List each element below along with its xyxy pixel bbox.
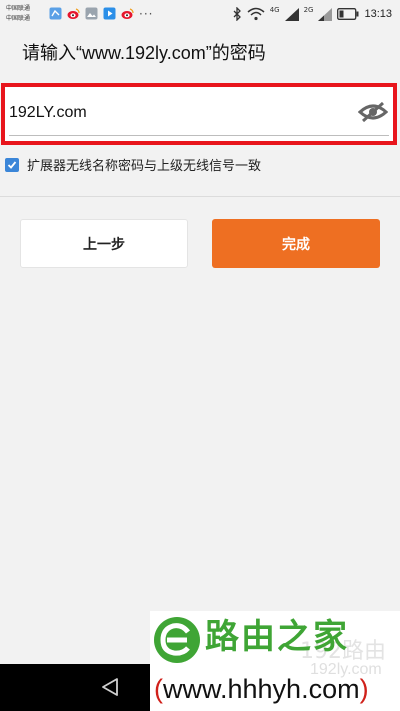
watermark-title: 路由之家 (205, 617, 349, 657)
password-highlight-box (1, 83, 397, 145)
signal-icon (284, 7, 299, 21)
url-text: www.hhhyh.com (163, 674, 360, 704)
carrier-name: 中国联通 (6, 15, 31, 22)
url-paren-close: ) (359, 674, 369, 704)
url-paren-open: ( (154, 674, 163, 704)
stitch-icon (49, 7, 62, 20)
section-divider (0, 196, 400, 197)
password-input[interactable] (9, 92, 359, 134)
notification-icons: ··· (49, 7, 153, 20)
weibo-icon (67, 8, 80, 19)
toggle-password-visibility-button[interactable] (358, 97, 388, 127)
weibo-icon (121, 8, 134, 19)
carrier-name: 中国联通 (6, 5, 31, 12)
back-icon[interactable] (100, 677, 120, 697)
network-2g-label: 2G (303, 6, 314, 14)
battery-icon (337, 8, 359, 20)
sync-wireless-checkbox[interactable] (5, 157, 19, 172)
checkmark-icon (7, 160, 17, 169)
watermark-url: (www.hhhyh.com) (154, 671, 369, 707)
sync-wireless-label: 扩展器无线名称密码与上级无线信号一致 (27, 159, 262, 174)
more-notifications-icon: ··· (139, 6, 154, 21)
input-underline (9, 135, 389, 136)
eye-hidden-icon (358, 101, 388, 123)
wifi-icon (247, 7, 265, 21)
status-indicators: 4G 2G 13:13 (233, 6, 392, 22)
finish-button[interactable]: 完成 (212, 219, 380, 268)
router-home-logo-icon (154, 617, 200, 663)
status-bar: 中国联通 中国联通 ··· 4G 2G 13:13 (0, 0, 400, 30)
network-4g-label: 4G (269, 6, 280, 14)
page-title: 请输入“www.192ly.com”的密码 (22, 43, 266, 63)
site-watermark: 192路由 192ly.com 路由之家 (www.hhhyh.com) (150, 611, 400, 711)
previous-step-button[interactable]: 上一步 (20, 219, 188, 268)
clock-time: 13:13 (364, 8, 392, 20)
gallery-icon (85, 7, 98, 20)
bluetooth-icon (233, 7, 241, 21)
signal-icon (318, 7, 333, 21)
video-play-icon (103, 7, 116, 20)
sync-wireless-option: 扩展器无线名称密码与上级无线信号一致 (5, 155, 261, 174)
